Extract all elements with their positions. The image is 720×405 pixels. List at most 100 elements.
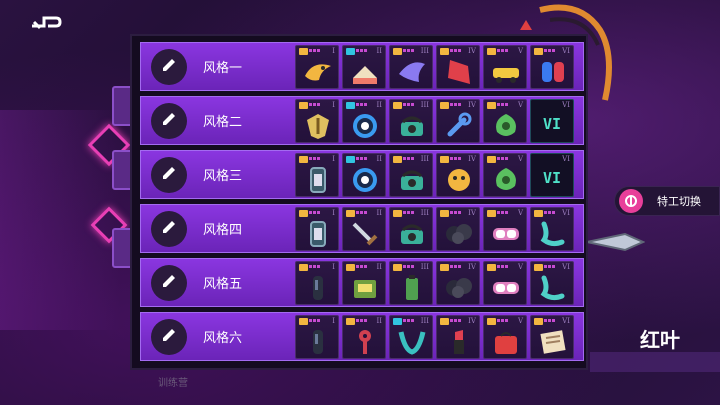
slot-number: I [332, 208, 335, 217]
red-bag-icon [491, 328, 521, 356]
slot-number: VI [562, 100, 570, 109]
equipment-slot[interactable]: IV [436, 152, 480, 197]
slot-number: II [376, 262, 382, 271]
style-row-header: 风格四 [141, 205, 291, 252]
slot-number: I [332, 100, 335, 109]
slot-rarity-dots [497, 48, 508, 52]
green-leaf-icon [491, 112, 521, 140]
edit-style-button[interactable] [151, 210, 187, 247]
equipment-slot[interactable]: II [342, 314, 386, 359]
equipment-slot[interactable]: IV [436, 44, 480, 89]
slot-rarity-dots [309, 318, 320, 322]
slot-number: V [517, 262, 523, 271]
slot-rarity-dots [497, 210, 508, 214]
slot-rarity-dots [356, 48, 367, 52]
equipment-slot[interactable]: II [342, 206, 386, 251]
equipment-slot[interactable]: VI [530, 206, 574, 251]
agent-switch-button[interactable]: 特工切换 [614, 186, 720, 216]
equipment-slot[interactable]: I [295, 152, 339, 197]
style-row[interactable]: 风格五 I II III IV V VI [140, 258, 584, 307]
equipment-slot[interactable]: I [295, 44, 339, 89]
slot-tag-icon [440, 209, 449, 217]
edit-style-button[interactable] [151, 48, 187, 85]
style-row-header: 风格六 [141, 313, 291, 360]
equipment-slot[interactable]: III [389, 44, 433, 89]
style-row[interactable]: 风格二 I II III IV V VI VI [140, 96, 584, 145]
slot-number: V [517, 46, 523, 55]
slot-rarity-dots [403, 156, 414, 160]
equipment-slot[interactable]: II [342, 152, 386, 197]
equipment-slot[interactable]: IV [436, 260, 480, 305]
equipment-slots: I II III IV V VI [295, 206, 577, 251]
equipment-slot[interactable]: VI VI [530, 152, 574, 197]
equipment-slot[interactable]: II [342, 260, 386, 305]
slot-rarity-dots [309, 210, 320, 214]
equipment-slot[interactable]: V [483, 260, 527, 305]
slot-rarity-dots [450, 102, 461, 106]
equipment-slots: I II III IV V VI [295, 260, 577, 305]
equipment-slot[interactable]: VI VI [530, 98, 574, 143]
sword-icon [350, 220, 380, 248]
equipment-slot[interactable]: VI [530, 44, 574, 89]
equipment-slot[interactable]: I [295, 260, 339, 305]
background-hint-text: 训练营 [158, 378, 188, 389]
style-name: 风格二 [203, 115, 243, 130]
slot-number: III [420, 100, 429, 109]
equipment-slot[interactable]: I [295, 206, 339, 251]
lipstick-icon [444, 328, 474, 356]
equipment-slot[interactable]: III [389, 260, 433, 305]
equipment-slot[interactable]: V [483, 44, 527, 89]
equipment-slot[interactable]: I [295, 98, 339, 143]
canister-icon [303, 166, 333, 194]
style-name: 风格三 [203, 169, 243, 184]
slot-rarity-dots [356, 156, 367, 160]
equipment-slot[interactable]: III [389, 206, 433, 251]
style-row-header: 风格一 [141, 43, 291, 90]
back-button[interactable] [30, 12, 62, 32]
dark-vial-icon [303, 274, 333, 302]
slot-number: II [376, 46, 382, 55]
telephone-icon [397, 220, 427, 248]
equipment-slot[interactable]: V [483, 206, 527, 251]
equipment-slot[interactable]: V [483, 152, 527, 197]
character-name: 红叶 [640, 328, 680, 352]
edit-pencil-icon [160, 164, 178, 186]
equipment-slot[interactable]: III [389, 152, 433, 197]
equipment-slot[interactable]: III [389, 314, 433, 359]
equipment-slot[interactable]: V [483, 314, 527, 359]
slot-number: II [376, 154, 382, 163]
equipment-slot[interactable]: VI [530, 314, 574, 359]
equipment-slot[interactable]: IV [436, 98, 480, 143]
slot-rarity-dots [450, 156, 461, 160]
slot-rarity-dots [356, 102, 367, 106]
equipment-slot[interactable]: V [483, 98, 527, 143]
style-row[interactable]: 风格三 I II III IV V VI VI [140, 150, 584, 199]
edit-style-button[interactable] [151, 264, 187, 301]
equipment-slot[interactable]: IV [436, 206, 480, 251]
slot-tag-icon [393, 101, 402, 109]
equipment-slot[interactable]: II [342, 98, 386, 143]
slot-number: III [420, 316, 429, 325]
equipment-slot[interactable]: II [342, 44, 386, 89]
edit-style-button[interactable] [151, 318, 187, 355]
equipment-slot[interactable]: VI [530, 260, 574, 305]
edit-style-button[interactable] [151, 102, 187, 139]
slot-tag-icon [393, 263, 402, 271]
slot-rarity-dots [309, 48, 320, 52]
slot-number: II [376, 100, 382, 109]
slot-tag-icon [346, 263, 355, 271]
slot-tag-icon [487, 263, 496, 271]
equipment-slot[interactable]: I [295, 314, 339, 359]
slot-tag-icon [299, 101, 308, 109]
edit-style-button[interactable] [151, 156, 187, 193]
slot-tag-icon [534, 209, 543, 217]
equipment-slot[interactable]: III [389, 98, 433, 143]
goggles-icon [491, 220, 521, 248]
style-row[interactable]: 风格六 I II III IV V VI [140, 312, 584, 361]
slot-rarity-dots [497, 156, 508, 160]
slot-tag-icon [534, 263, 543, 271]
equipment-slot[interactable]: IV [436, 314, 480, 359]
slot-number: I [332, 154, 335, 163]
style-row[interactable]: 风格四 I II III IV V VI [140, 204, 584, 253]
style-row[interactable]: 风格一 I II III IV V VI [140, 42, 584, 91]
